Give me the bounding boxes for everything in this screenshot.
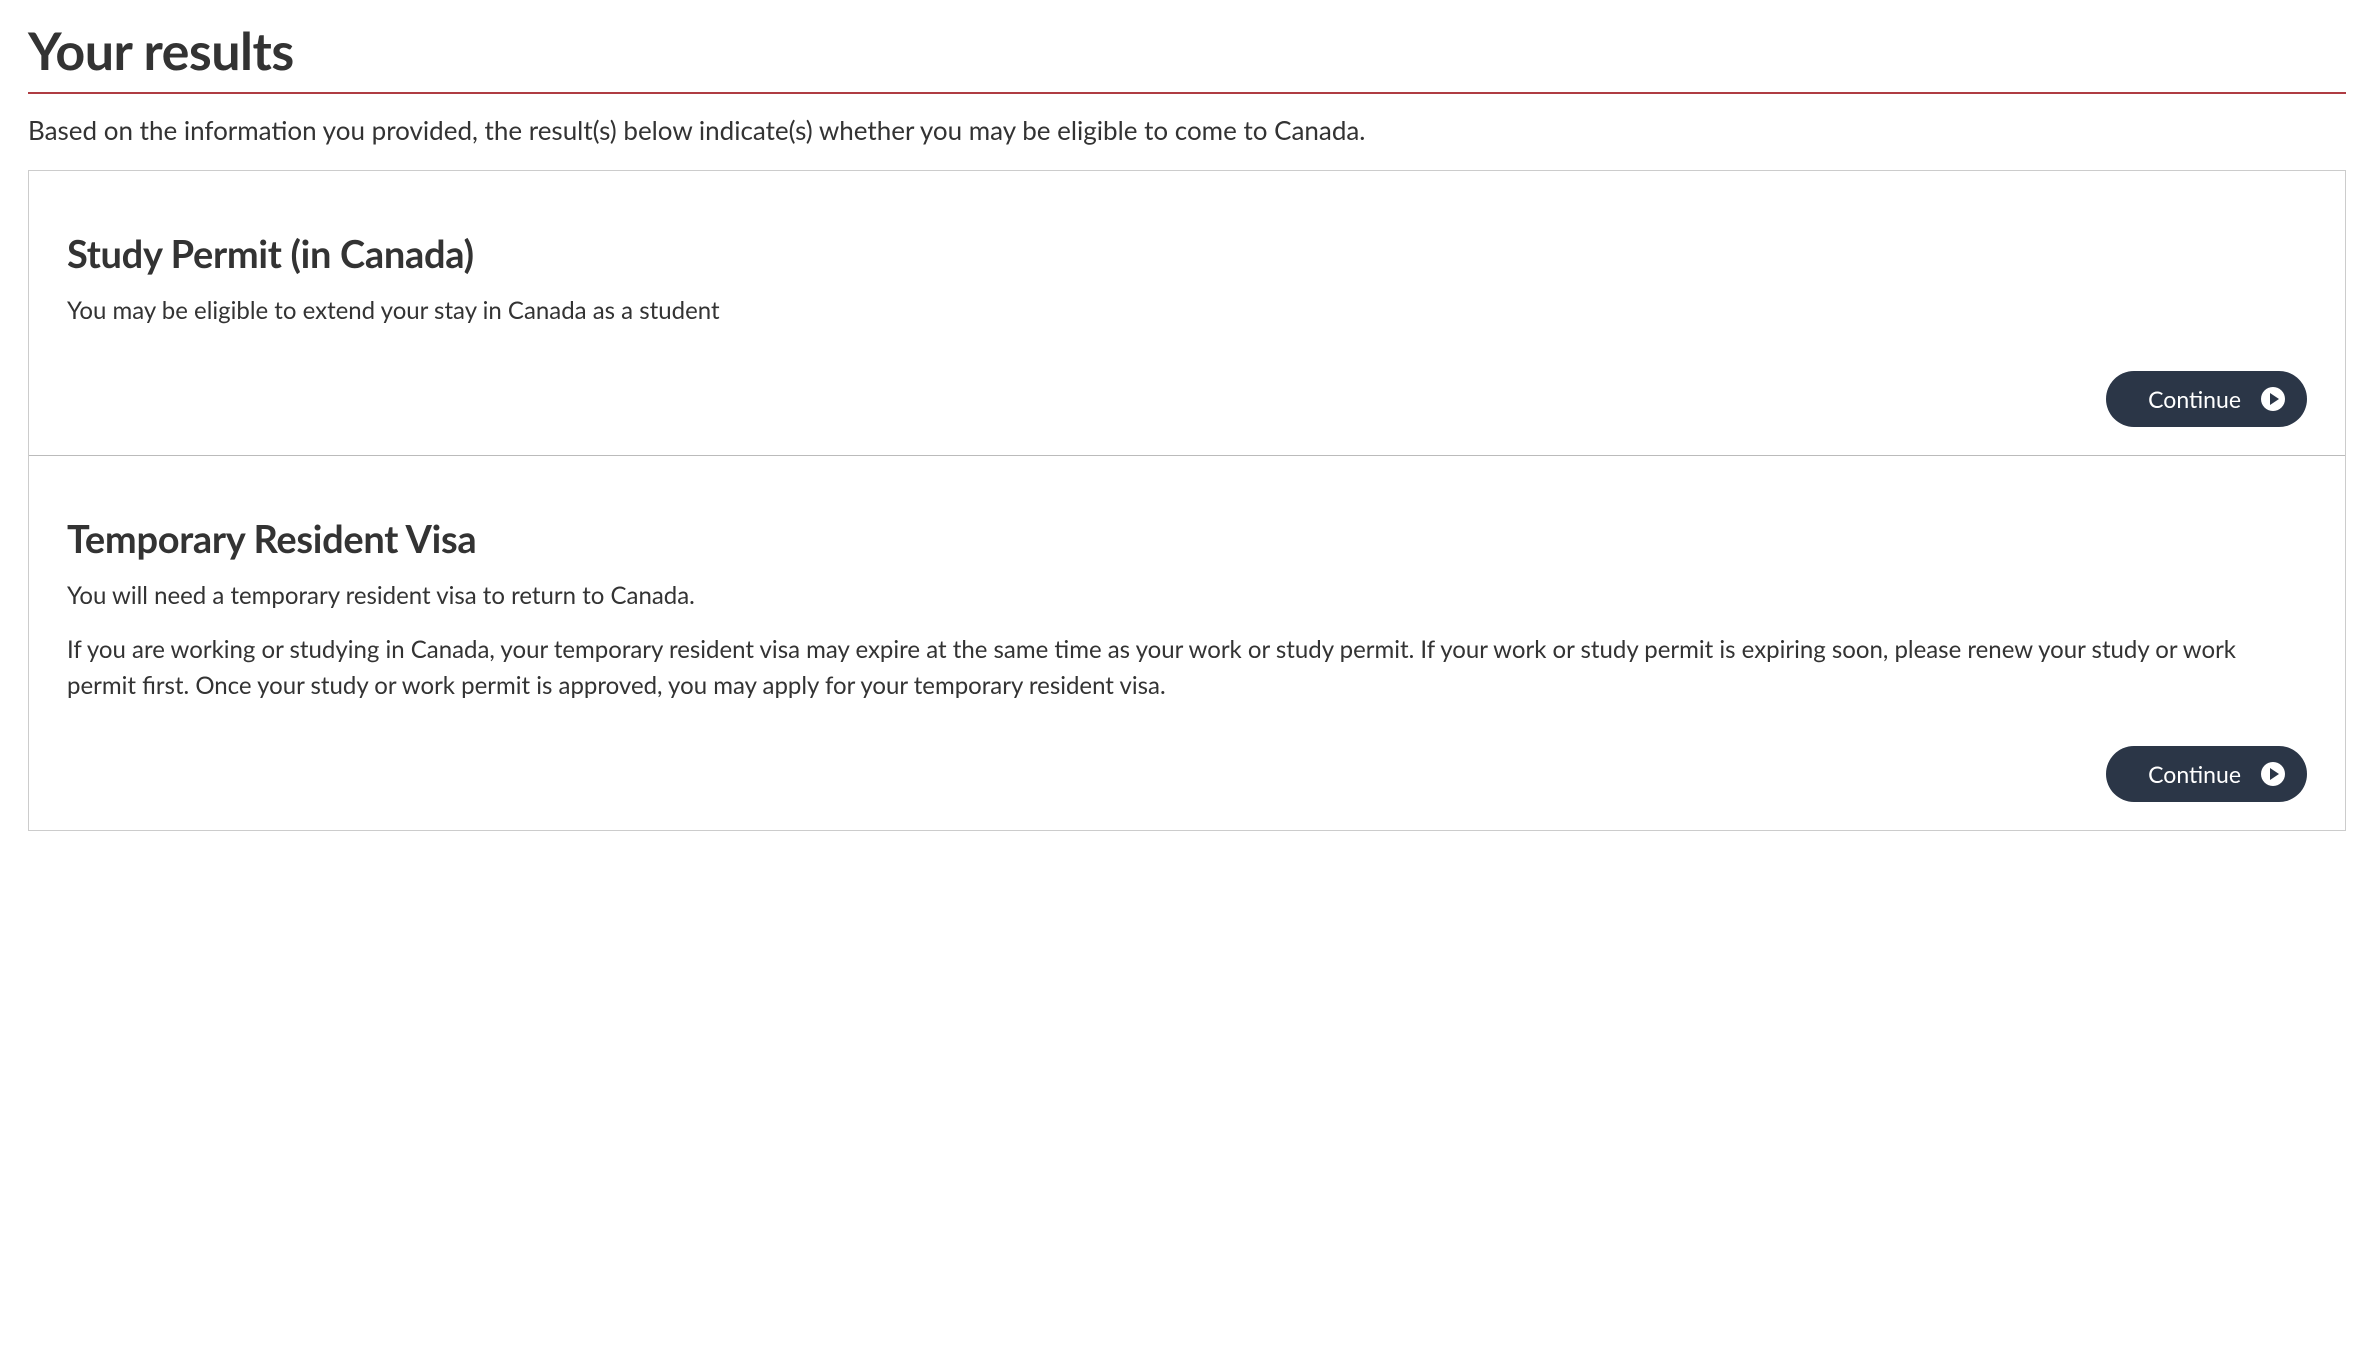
page-title: Your results [28, 20, 2346, 82]
result-title: Temporary Resident Visa [67, 516, 2307, 562]
results-container: Study Permit (in Canada) You may be elig… [28, 170, 2346, 831]
result-paragraph: You will need a temporary resident visa … [67, 578, 2307, 614]
continue-button[interactable]: Continue [2106, 371, 2307, 427]
result-paragraph: You may be eligible to extend your stay … [67, 293, 2307, 329]
button-row: Continue [67, 371, 2307, 427]
result-card-study-permit: Study Permit (in Canada) You may be elig… [29, 171, 2345, 456]
result-card-trv: Temporary Resident Visa You will need a … [29, 456, 2345, 830]
title-underline [28, 92, 2346, 94]
page-intro: Based on the information you provided, t… [28, 112, 2346, 148]
continue-button[interactable]: Continue [2106, 746, 2307, 802]
result-paragraph: If you are working or studying in Canada… [67, 632, 2307, 704]
play-icon-triangle [2270, 768, 2279, 780]
button-row: Continue [67, 746, 2307, 802]
result-title: Study Permit (in Canada) [67, 231, 2307, 277]
play-icon-triangle [2270, 393, 2279, 405]
continue-button-label: Continue [2148, 760, 2241, 788]
continue-button-label: Continue [2148, 385, 2241, 413]
play-icon [2261, 762, 2285, 786]
play-icon [2261, 387, 2285, 411]
